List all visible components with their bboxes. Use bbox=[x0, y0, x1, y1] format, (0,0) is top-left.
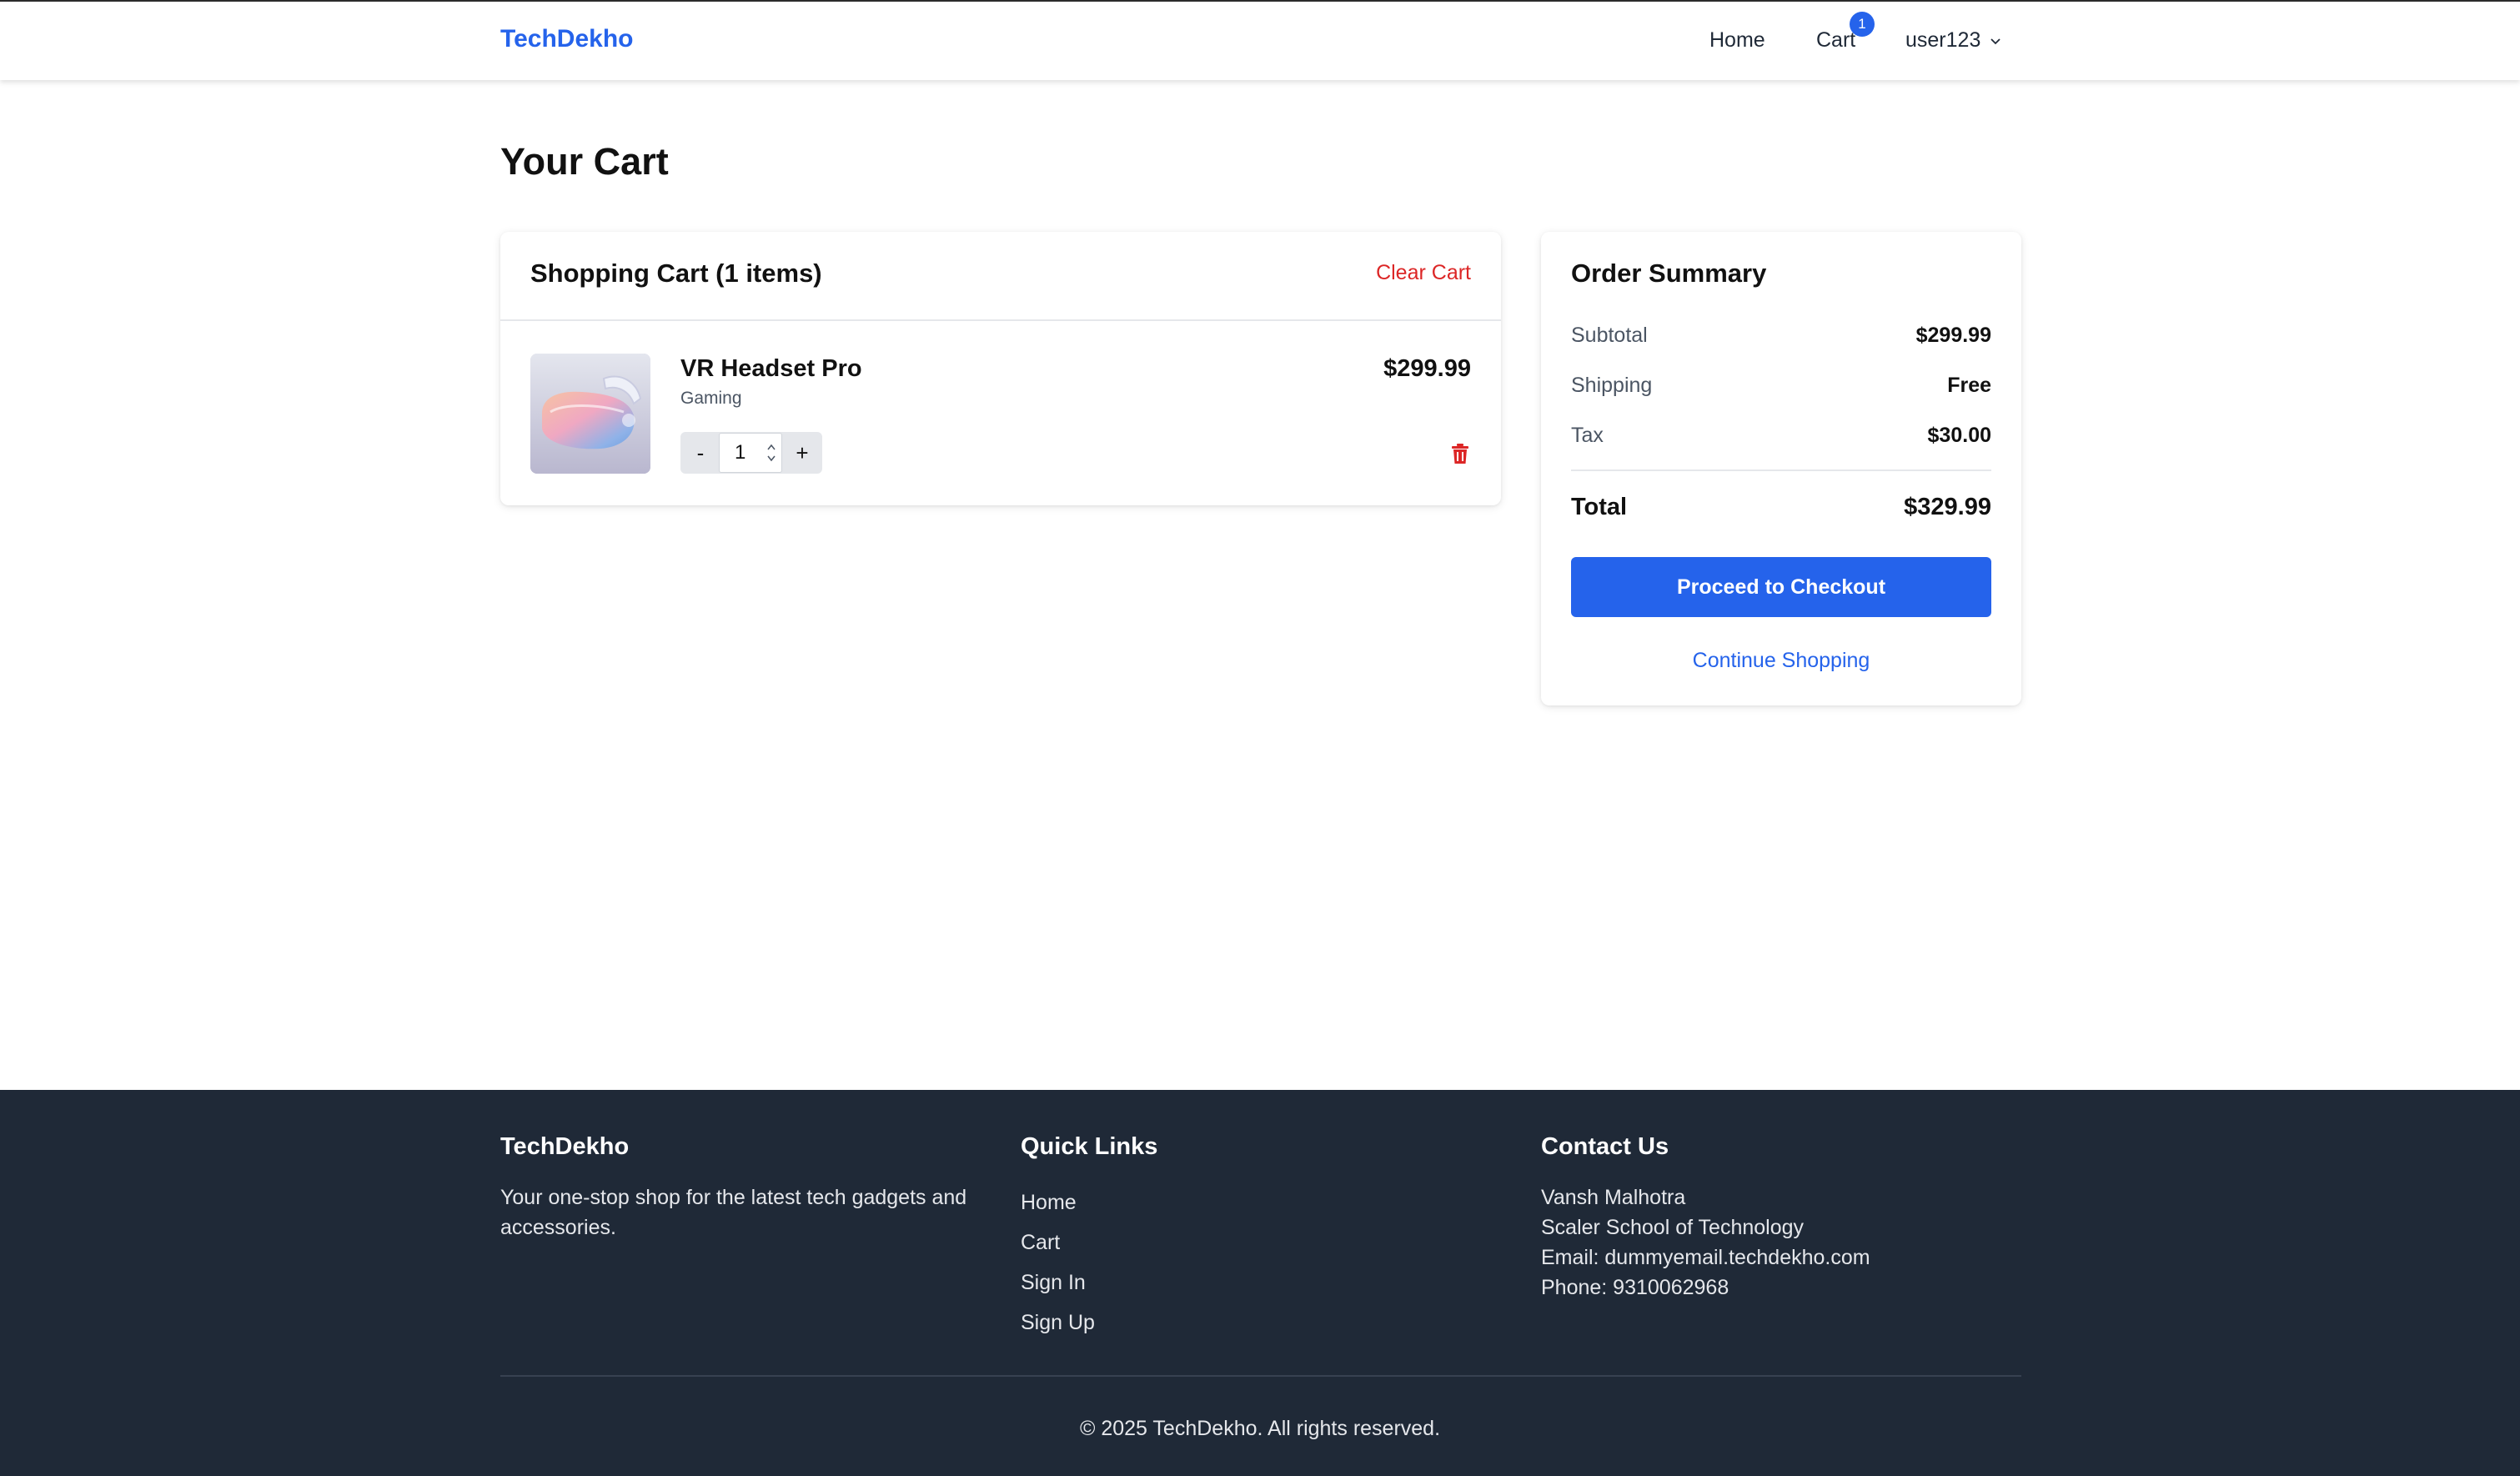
spinner-icon[interactable] bbox=[766, 440, 777, 465]
order-summary-panel: Order Summary Subtotal $299.99 Shipping … bbox=[1541, 232, 2021, 705]
continue-shopping-link[interactable]: Continue Shopping bbox=[1571, 649, 1991, 673]
footer-quick-links-heading: Quick Links bbox=[1021, 1133, 1158, 1160]
cart-heading: Shopping Cart (1 items) bbox=[530, 259, 822, 288]
product-price: $299.99 bbox=[1383, 355, 1471, 382]
tax-label: Tax bbox=[1571, 424, 1604, 447]
product-image[interactable] bbox=[530, 354, 650, 474]
checkout-button[interactable]: Proceed to Checkout bbox=[1571, 557, 1991, 617]
footer-about-heading: TechDekho bbox=[500, 1133, 630, 1160]
increase-quantity-button[interactable]: + bbox=[782, 432, 822, 474]
footer-contact: Contact Us Vansh Malhotra Scaler School … bbox=[1541, 1133, 2008, 1303]
order-summary-title: Order Summary bbox=[1571, 259, 1767, 288]
footer: TechDekho Your one-stop shop for the lat… bbox=[0, 1090, 2520, 1476]
footer-quick-links: Quick Links Home Cart Sign In Sign Up bbox=[1021, 1133, 1488, 1343]
tax-value: $30.00 bbox=[1927, 424, 1991, 447]
subtotal-label: Subtotal bbox=[1571, 324, 1648, 347]
quantity-stepper: - + bbox=[680, 432, 822, 474]
footer-contact-heading: Contact Us bbox=[1541, 1133, 1669, 1160]
shipping-value: Free bbox=[1947, 374, 1991, 397]
nav-cart-link[interactable]: Cart bbox=[1816, 28, 1855, 53]
cart-header: Shopping Cart (1 items) Clear Cart bbox=[500, 232, 1501, 321]
total-label: Total bbox=[1571, 494, 1628, 520]
nav-home-link[interactable]: Home bbox=[1709, 28, 1765, 53]
total-value: $329.99 bbox=[1904, 494, 1991, 520]
shipping-label: Shipping bbox=[1571, 374, 1653, 397]
user-menu-dropdown[interactable]: user123 bbox=[1905, 28, 2002, 53]
copyright-text: © 2025 TechDekho. All rights reserved. bbox=[1079, 1417, 1441, 1440]
navbar: TechDekho Home Cart 1 user123 bbox=[0, 0, 2520, 80]
vr-headset-image bbox=[530, 354, 650, 474]
footer-link-home[interactable]: Home bbox=[1021, 1182, 1488, 1222]
footer-about-text: Your one-stop shop for the latest tech g… bbox=[500, 1186, 967, 1239]
cart-count-badge: 1 bbox=[1850, 12, 1875, 37]
contact-name: Vansh Malhotra bbox=[1541, 1186, 1686, 1209]
footer-about: TechDekho Your one-stop shop for the lat… bbox=[500, 1133, 967, 1243]
product-category: Gaming bbox=[680, 389, 742, 408]
page-title: Your Cart bbox=[500, 140, 669, 183]
trash-icon[interactable] bbox=[1451, 443, 1469, 464]
shopping-cart-panel: Shopping Cart (1 items) Clear Cart VR He… bbox=[500, 232, 1501, 505]
summary-divider bbox=[1571, 469, 1991, 471]
product-name[interactable]: VR Headset Pro bbox=[680, 355, 862, 383]
subtotal-value: $299.99 bbox=[1915, 324, 1991, 347]
chevron-down-icon bbox=[1990, 38, 2000, 44]
decrease-quantity-button[interactable]: - bbox=[680, 432, 720, 474]
clear-cart-button[interactable]: Clear Cart bbox=[1376, 261, 1471, 285]
contact-phone: Phone: 9310062968 bbox=[1541, 1276, 1729, 1299]
brand-logo[interactable]: TechDekho bbox=[500, 25, 633, 53]
footer-link-sign-in[interactable]: Sign In bbox=[1021, 1263, 1488, 1303]
footer-link-sign-up[interactable]: Sign Up bbox=[1021, 1303, 1488, 1343]
footer-link-cart[interactable]: Cart bbox=[1021, 1222, 1488, 1263]
user-name: user123 bbox=[1905, 28, 1981, 52]
contact-organization: Scaler School of Technology bbox=[1541, 1216, 1805, 1239]
contact-email: Email: dummyemail.techdekho.com bbox=[1541, 1246, 1870, 1269]
footer-divider bbox=[500, 1375, 2021, 1377]
